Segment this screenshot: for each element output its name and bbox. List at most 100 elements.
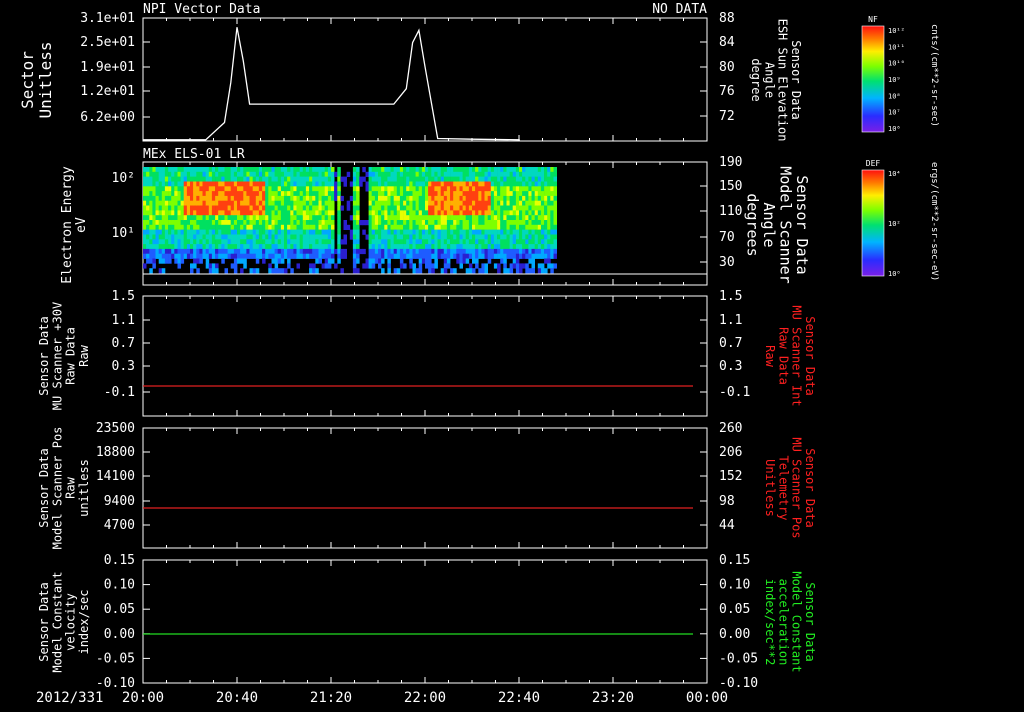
spectrogram-cell [227,191,232,197]
spectrogram-cell [509,191,514,197]
spectrogram-cell [240,181,244,187]
spectrogram-cell [468,195,473,202]
spectrogram-cell [146,200,150,206]
spectrogram-cell [152,205,156,211]
spectrogram-cell [418,263,423,269]
spectrogram-cell [309,224,313,230]
spectrogram-cell [456,239,460,245]
spectrogram-cell [324,248,329,255]
spectrogram-cell [299,224,304,230]
spectrogram-cell [202,171,206,177]
spectrogram-cell [186,234,191,240]
spectrogram-cell [309,253,313,259]
spectrogram-cell [243,239,247,245]
spectrogram-cell [393,186,398,192]
spectrogram-cell [421,253,426,259]
spectrogram-cell [356,191,360,197]
spectrogram-cell [412,181,416,187]
spectrogram-cell [456,253,460,259]
spectrogram-cell [265,229,269,235]
spectrogram-cell [462,195,467,202]
spectrogram-cell [415,176,420,182]
spectrogram-cell [271,248,275,255]
spectrogram-cell [290,171,294,177]
spectrogram-cell [321,171,326,177]
spectrogram-cell [205,167,210,173]
spectrogram-cell [550,181,554,187]
spectrogram-cell [352,210,357,216]
spectrogram-cell [143,171,147,177]
spectrogram-cell [233,244,238,250]
spectrogram-cell [293,171,297,177]
spectrogram-cell [287,191,291,197]
spectrogram-cell [327,215,332,221]
spectrogram-cell [202,167,206,173]
spectrogram-cell [315,195,319,202]
spectrogram-cell [171,224,175,230]
spectrogram-cell [196,181,200,187]
spectrogram-cell [168,210,172,216]
spectrogram-cell [262,229,266,235]
spectrogram-cell [396,181,401,187]
spectrogram-cell [522,195,526,202]
spectrogram-cell [143,263,147,269]
spectrogram-cell [456,176,460,182]
spectrogram-cell [509,200,514,206]
spectrogram-cell [268,181,272,187]
spectrogram-cell [528,176,532,182]
spectrogram-cell [497,176,501,182]
ylabel-right: Sensor DataModel ScannerAngledegrees [743,166,811,283]
spectrogram-cell [465,224,470,230]
spectrogram-cell [490,171,495,177]
spectrogram-cell [161,215,166,221]
ytick-left-label: 0.3 [112,359,135,374]
spectrogram-cell [371,215,376,221]
spectrogram-cell [418,224,423,230]
spectrogram-cell [352,234,357,240]
spectrogram-cell [305,191,310,197]
spectrogram-cell [268,195,272,202]
spectrogram-cell [171,234,175,240]
spectrogram-cell [149,234,153,240]
spectrogram-cell [180,229,185,235]
spectrogram-cell [331,220,335,226]
spectrogram-cell [475,258,479,264]
spectrogram-cell [459,176,463,182]
spectrogram-cell [284,167,288,173]
spectrogram-cell [487,244,492,250]
spectrogram-cell [215,220,219,226]
spectrogram-cell [478,244,482,250]
spectrogram-cell [268,263,272,269]
spectrogram-cell [503,171,507,177]
spectrogram-cell [230,167,235,173]
spectrogram-cell [450,215,454,221]
ytick-left-label: 2.5e+01 [80,35,135,50]
spectrogram-cell [378,234,382,240]
spectrogram-cell [208,215,213,221]
spectrogram-cell [437,220,441,226]
spectrogram-cell [440,171,445,177]
spectrogram-cell [356,200,360,206]
spectrogram-cell [190,210,194,216]
spectrogram-cell [378,171,382,177]
spectrogram-cell [468,171,473,177]
spectrogram-cell [465,167,470,173]
spectrogram-cell [500,200,504,206]
spectrogram-cell [459,186,463,192]
spectrogram-cell [299,191,304,197]
spectrogram-cell [528,253,532,259]
spectrogram-cell [221,195,225,202]
spectrogram-cell [174,239,178,245]
spectrogram-cell [312,234,316,240]
spectrogram-cell [547,167,551,173]
spectrogram-cell [406,186,410,192]
spectrogram-cell [168,181,172,187]
spectrogram-cell [315,244,319,250]
spectrogram-cell [356,258,360,264]
spectrogram-cell [509,253,514,259]
spectrogram-cell [296,215,300,221]
spectrogram-cell [296,239,300,245]
spectrogram-cell [352,229,357,235]
spectrogram-cell [468,205,473,211]
spectrogram-cell [525,205,529,211]
